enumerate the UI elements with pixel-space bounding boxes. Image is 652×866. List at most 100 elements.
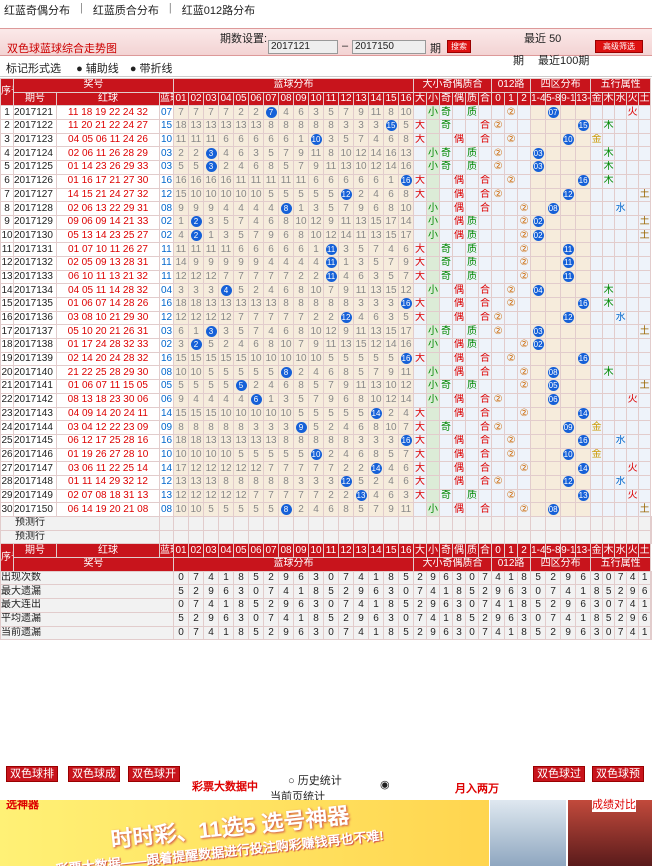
prediction-cell[interactable]	[530, 529, 547, 545]
prediction-cell[interactable]	[575, 516, 592, 531]
prediction-cell[interactable]	[323, 516, 339, 531]
prediction-cell[interactable]	[477, 529, 493, 545]
prediction-cell[interactable]	[465, 516, 479, 531]
prediction-cell[interactable]	[439, 516, 453, 531]
prediction-cell[interactable]	[477, 516, 493, 531]
aux-line-option[interactable]: ● 辅助线	[76, 63, 119, 75]
recent-value[interactable]: 50	[549, 33, 561, 45]
prediction-cell[interactable]	[413, 516, 427, 531]
prediction-cell[interactable]	[560, 529, 577, 545]
ad-photo-car[interactable]: 成绩对比	[568, 796, 652, 866]
prediction-cell[interactable]	[638, 529, 652, 545]
composite-cell: 合	[477, 502, 493, 517]
prediction-cell[interactable]	[248, 516, 264, 531]
link-past[interactable]: 双色球过	[533, 766, 585, 782]
prediction-cell[interactable]	[602, 529, 616, 545]
ad-banner[interactable]: 选神器 时时彩、11选5 选号神器 彩票大数据——跟着提醒数据进行投注购彩赚钱再…	[0, 796, 652, 866]
prediction-cell[interactable]	[452, 516, 466, 531]
prediction-cell[interactable]	[248, 529, 264, 545]
history-stat-radio[interactable]: ○ 历史统计	[288, 772, 342, 788]
prediction-cell[interactable]	[293, 529, 309, 545]
prediction-cell[interactable]	[614, 529, 628, 545]
blue-dist-cell: 11	[323, 269, 339, 285]
period-from-input[interactable]: 2017121	[268, 40, 338, 54]
prediction-cell[interactable]	[560, 516, 577, 531]
composite-cell: 合	[477, 447, 493, 463]
prediction-cell[interactable]	[452, 529, 466, 545]
prediction-cell[interactable]	[263, 516, 279, 531]
prediction-cell[interactable]	[338, 529, 354, 545]
prediction-cell[interactable]	[323, 529, 339, 545]
composite-cell: 合	[477, 392, 493, 408]
prediction-cell[interactable]	[491, 516, 506, 531]
prediction-cell[interactable]	[590, 516, 604, 531]
prediction-cell[interactable]	[530, 516, 547, 531]
prediction-cell[interactable]	[413, 529, 427, 545]
link-result[interactable]: 双色球成	[68, 766, 120, 782]
nav-link-odd-even[interactable]: 红蓝奇偶分布	[4, 2, 70, 17]
prediction-cell[interactable]	[602, 516, 616, 531]
prediction-cell[interactable]	[338, 516, 354, 531]
prediction-cell[interactable]	[233, 516, 249, 531]
prediction-cell[interactable]	[173, 529, 189, 545]
prediction-cell[interactable]	[203, 516, 219, 531]
prediction-cell[interactable]	[517, 516, 532, 531]
prediction-cell[interactable]	[398, 529, 414, 545]
row-seq: 23	[0, 406, 14, 422]
prediction-cell[interactable]	[293, 516, 309, 531]
nav-link-012[interactable]: 红蓝012路分布	[182, 2, 255, 17]
prediction-cell[interactable]	[465, 529, 479, 545]
link-open[interactable]: 双色球开	[128, 766, 180, 782]
prediction-cell[interactable]	[203, 529, 219, 545]
prediction-cell[interactable]	[590, 529, 604, 545]
prediction-cell[interactable]	[426, 529, 440, 545]
period-to-input[interactable]: 2017150	[352, 40, 426, 54]
prediction-cell[interactable]	[626, 516, 640, 531]
prediction-cell[interactable]	[308, 529, 324, 545]
prediction-cell[interactable]	[626, 529, 640, 545]
blue-dist-cell: 7	[323, 379, 339, 394]
prediction-cell[interactable]	[159, 516, 174, 531]
prediction-cell[interactable]	[368, 529, 384, 545]
prediction-cell[interactable]	[173, 516, 189, 531]
prediction-cell[interactable]	[188, 529, 204, 545]
prediction-cell[interactable]	[278, 529, 294, 545]
blue-dist-cell: 5	[398, 310, 414, 326]
prediction-cell[interactable]	[614, 516, 628, 531]
prediction-cell[interactable]	[218, 529, 234, 545]
prediction-cell[interactable]	[517, 529, 532, 545]
prediction-cell[interactable]	[638, 516, 652, 531]
prediction-cell[interactable]	[278, 516, 294, 531]
prediction-cell[interactable]	[188, 516, 204, 531]
fold-line-option[interactable]: ● 带折线	[130, 63, 173, 75]
prediction-cell[interactable]	[504, 516, 519, 531]
prediction-cell[interactable]	[159, 529, 174, 545]
prediction-cell[interactable]	[263, 529, 279, 545]
month-link[interactable]: 月入两万	[455, 780, 499, 796]
radio-dot[interactable]: ◉	[380, 778, 390, 791]
prediction-cell[interactable]	[545, 516, 562, 531]
advanced-filter-button[interactable]: 高级筛选	[595, 40, 643, 53]
prediction-cell[interactable]	[218, 516, 234, 531]
search-button[interactable]: 搜索	[447, 40, 471, 53]
prediction-cell[interactable]	[398, 516, 414, 531]
prediction-cell[interactable]	[383, 529, 399, 545]
prediction-cell[interactable]	[504, 529, 519, 545]
big-data-link[interactable]: 彩票大数据中	[192, 778, 258, 794]
prediction-cell[interactable]	[575, 529, 592, 545]
prediction-cell[interactable]	[353, 516, 369, 531]
prediction-cell[interactable]	[233, 529, 249, 545]
prediction-cell[interactable]	[545, 529, 562, 545]
prediction-cell[interactable]	[353, 529, 369, 545]
prediction-cell[interactable]	[308, 516, 324, 531]
link-predict[interactable]: 双色球预	[592, 766, 644, 782]
nav-link-prime[interactable]: 红蓝质合分布	[93, 2, 159, 17]
ad-photo-girls[interactable]	[490, 800, 566, 866]
prediction-cell[interactable]	[368, 516, 384, 531]
prediction-cell[interactable]	[439, 529, 453, 545]
ad-main[interactable]: 选神器 时时彩、11选5 选号神器 彩票大数据——跟着提醒数据进行投注购彩赚钱再…	[0, 800, 489, 866]
prediction-cell[interactable]	[426, 516, 440, 531]
link-rank[interactable]: 双色球排	[6, 766, 58, 782]
prediction-cell[interactable]	[383, 516, 399, 531]
prediction-cell[interactable]	[491, 529, 506, 545]
